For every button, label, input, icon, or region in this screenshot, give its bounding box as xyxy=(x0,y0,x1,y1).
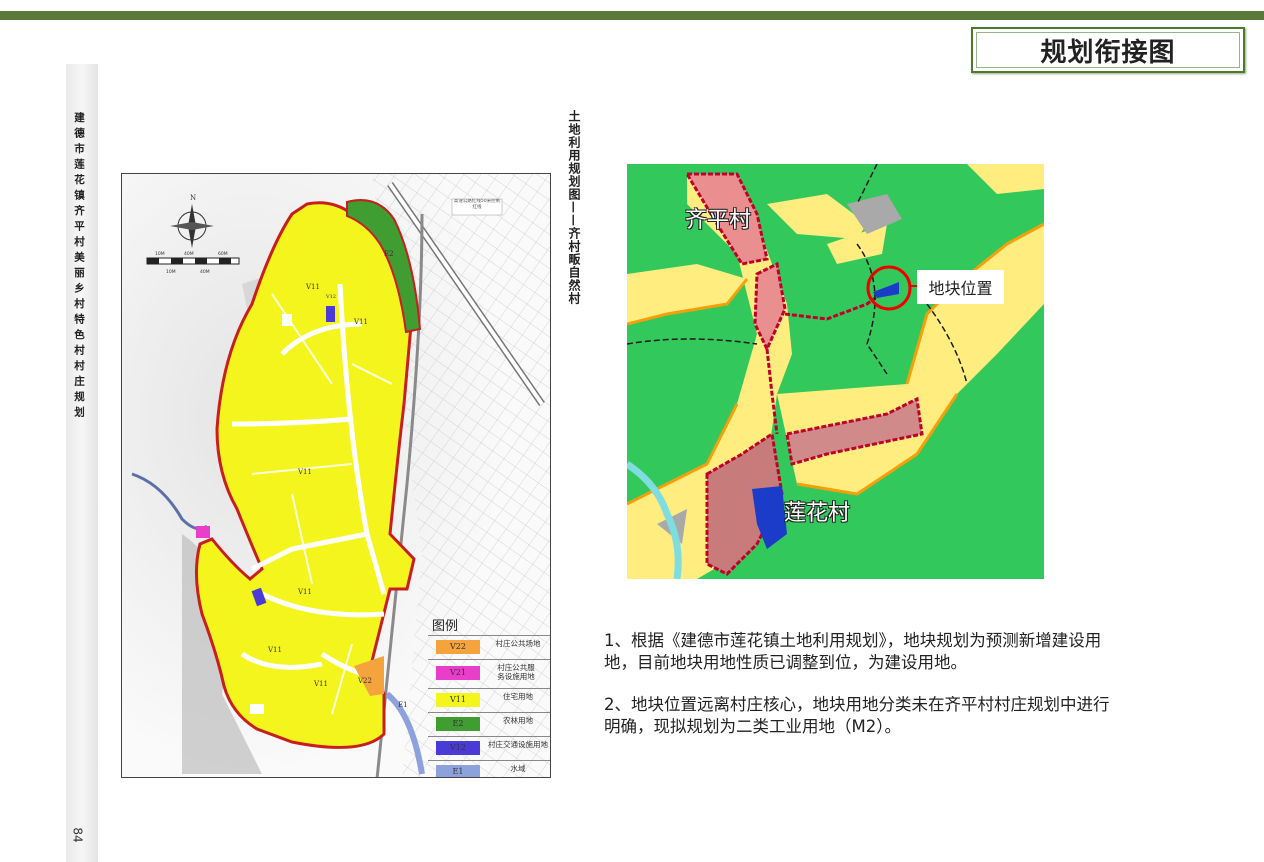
legend-label: 村庄公共服务设施用地 xyxy=(497,663,535,681)
legend-swatch-v11: V11 xyxy=(436,693,480,707)
open-area xyxy=(250,704,264,714)
site-callout-label: 地块位置 xyxy=(917,270,1004,304)
legend-label: 村庄公共场地 xyxy=(495,639,541,648)
open-area xyxy=(282,314,292,326)
note-paragraph-2: 2、地块位置远离村庄核心，地块用地分类未在齐平村村庄规划中进行明确，现拟规划为二… xyxy=(604,695,1110,736)
scale-label: 60M xyxy=(218,251,228,257)
service-zone-v21 xyxy=(196,526,210,538)
legend-row: V21 村庄公共服务设施用地 xyxy=(428,659,550,688)
land-use-plan-map: V11 V11 V11 V11 V11 V11 V12 V22 E2 E1 N xyxy=(121,173,551,778)
zone-label-v11: V11 xyxy=(267,646,282,654)
zone-label-v11: V11 xyxy=(313,680,328,688)
legend-swatch-e2: E2 xyxy=(436,717,480,731)
legend-swatch-v21: V21 xyxy=(436,666,480,680)
legend-label: 住宅用地 xyxy=(503,692,533,701)
zone-label-v12: V12 xyxy=(325,294,336,300)
zone-label-v11: V11 xyxy=(297,468,312,476)
legend-swatch-e1: E1 xyxy=(436,765,480,777)
scale-label: 40M xyxy=(184,251,194,257)
page-number: 84 xyxy=(70,827,85,843)
legend-swatch-v22: V22 xyxy=(436,640,480,654)
page-title-box: 规划衔接图 xyxy=(971,27,1245,73)
top-accent-bar xyxy=(0,11,1264,20)
legend-label: 水域 xyxy=(510,764,526,773)
highway-note-text: 高速公路红线50米控制红线 xyxy=(453,199,501,210)
zone-label-v11: V11 xyxy=(305,283,320,291)
scale-label: 10M xyxy=(166,269,176,275)
legend-row: E2 农林用地 xyxy=(428,712,550,736)
left-map-title: 土地利用规划图——齐村畈自然村 xyxy=(567,110,581,305)
legend-row: V22 村庄公共场地 xyxy=(428,635,550,659)
highway-control-note: 高速公路红线50米控制红线 xyxy=(451,198,503,216)
zone-label-e2: E2 xyxy=(384,250,394,258)
zone-label-e1: E1 xyxy=(398,701,408,709)
legend-label: 农林用地 xyxy=(503,716,533,725)
scale-label: 10M xyxy=(155,251,165,257)
note-paragraph-1: 1、根据《建德市莲花镇土地利用规划》，地块规划为预测新增建设用地，目前地块用地性… xyxy=(604,631,1102,672)
strip-vertical-title: 建德市莲花镇齐平村美丽乡村特色村村庄规划 xyxy=(73,112,85,422)
page-title: 规划衔接图 xyxy=(1040,37,1176,68)
legend-row: V12 村庄交通设施用地 xyxy=(428,736,550,760)
north-label: N xyxy=(190,194,196,202)
zone-label-v22: V22 xyxy=(357,677,372,685)
village-label-lianhua: 莲花村 xyxy=(784,501,851,526)
legend-label: 村庄交通设施用地 xyxy=(488,740,548,749)
scale-label: 40M xyxy=(200,269,210,275)
village-label-qiping: 齐平村 xyxy=(685,208,752,233)
zone-label-v11: V11 xyxy=(353,318,368,326)
land-use-context-map: 地块位置 齐平村 莲花村 xyxy=(627,164,1044,579)
legend-row: V11 住宅用地 xyxy=(428,688,550,712)
legend-swatch-v12: V12 xyxy=(436,741,480,755)
transport-zone-v12-a xyxy=(326,306,335,322)
zone-label-v11: V11 xyxy=(297,588,312,596)
legend-title: 图例 xyxy=(432,619,459,634)
legend-row: E1 水域 xyxy=(428,760,550,777)
